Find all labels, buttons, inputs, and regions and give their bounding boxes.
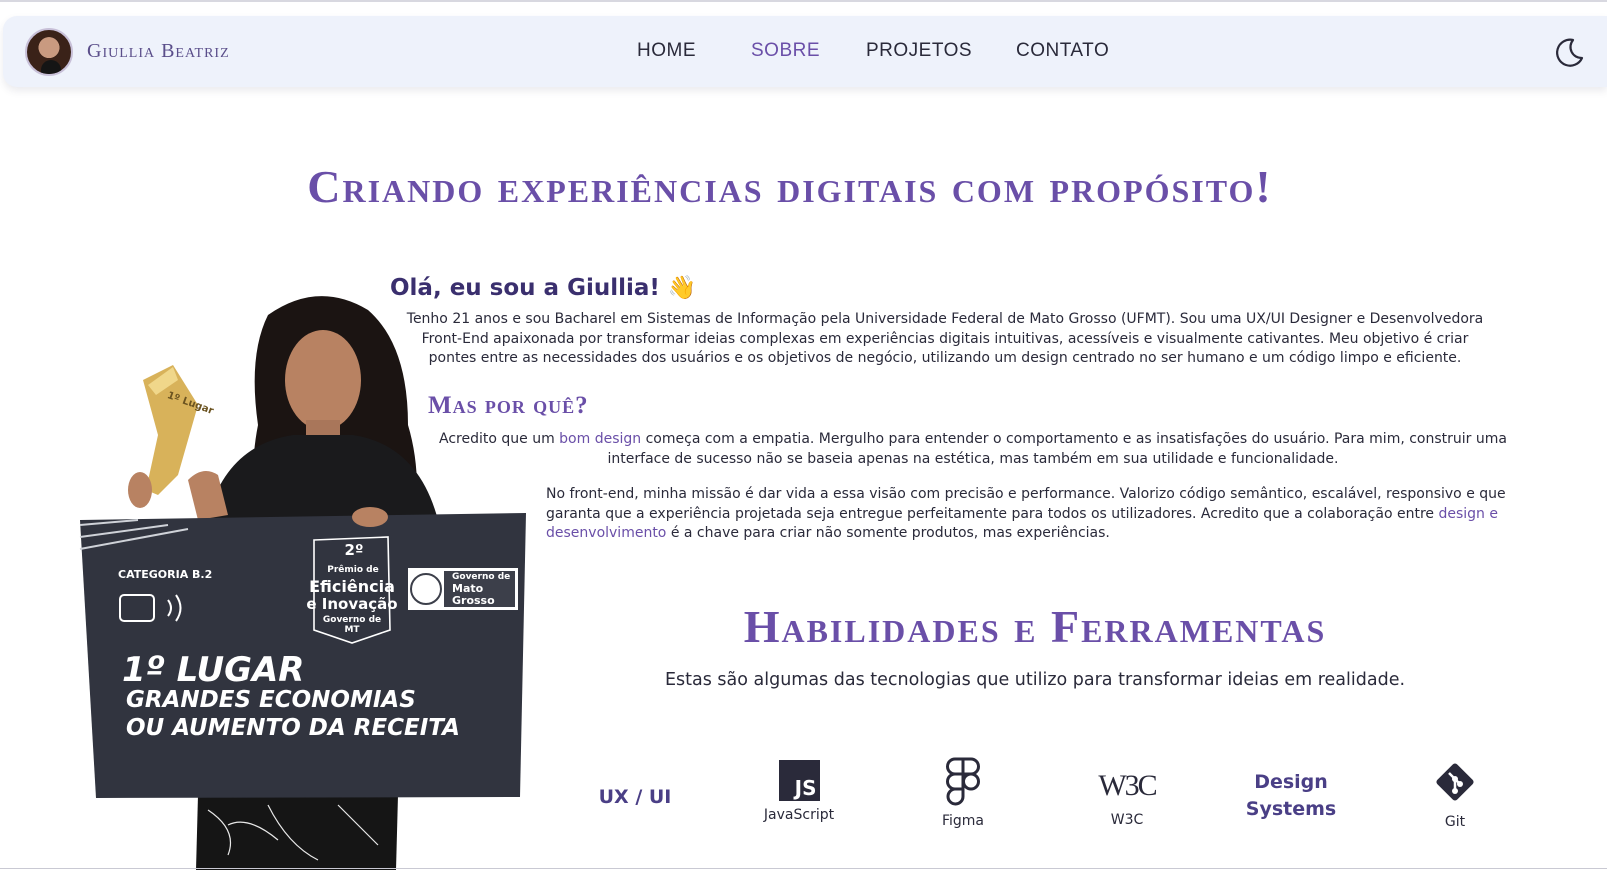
skill-figma-label: Figma [941, 813, 985, 829]
nav-link-home[interactable]: HOME [637, 40, 751, 62]
p2-highlight: bom design [559, 431, 642, 447]
p3-text-after: é a chave para criar não somente produto… [666, 525, 1110, 541]
gov-line-3: Grosso [452, 594, 495, 607]
skill-javascript: JS JavaScript [749, 760, 849, 823]
skill-w3c: W3C W3C [1077, 766, 1177, 828]
theme-toggle-button[interactable] [1553, 36, 1585, 68]
p2-text-before: Acredito que um [439, 431, 560, 447]
badge-line-3: e Inovação [306, 595, 398, 613]
bottom-border [0, 868, 1607, 869]
skill-w3c-label: W3C [1110, 812, 1144, 828]
sign-line-1: 1º LUGAR [122, 650, 305, 690]
git-icon [1436, 763, 1474, 801]
w3c-icon: W3C [1098, 769, 1157, 802]
profile-photo: 1º Lugar CATEGORIA B.2 2º Prêmio de Efic… [78, 285, 538, 870]
javascript-icon: JS [778, 760, 820, 801]
moon-icon [1556, 38, 1584, 67]
hero-title: Criando experiências digitais com propós… [307, 161, 1273, 212]
navbar: Giullia Beatriz HOME SOBRE PROJETOS CONT… [3, 16, 1607, 87]
sign-line-3: OU AUMENTO DA RECEITA [126, 715, 460, 741]
figma-icon [946, 757, 980, 806]
brand-name[interactable]: Giullia Beatriz [87, 40, 230, 63]
about-paragraph-1: Tenho 21 anos e sou Bacharel em Sistemas… [406, 311, 1484, 366]
skill-javascript-label: JavaScript [763, 807, 835, 823]
main-nav: HOME SOBRE PROJETOS CONTATO [637, 40, 1109, 62]
skill-design-systems-line-1: Design [1254, 771, 1328, 793]
nav-link-contato[interactable]: CONTATO [1016, 40, 1109, 62]
skill-ux-ui: UX / UI [585, 784, 685, 811]
skills-subtitle: Estas são algumas das tecnologias que ut… [664, 670, 1406, 690]
skill-design-systems-line-2: Systems [1245, 798, 1337, 820]
skill-git-label: Git [1444, 814, 1466, 830]
top-border [0, 0, 1607, 2]
badge-line-1: Prêmio de [327, 565, 379, 575]
sign-line-2: GRANDES ECONOMIAS [126, 687, 416, 713]
nav-link-projetos[interactable]: PROJETOS [866, 40, 1016, 62]
about-paragraph-2: Acredito que um bom design começa com a … [428, 430, 1518, 469]
skill-design-systems: Design Systems [1231, 769, 1351, 823]
skill-git: Git [1405, 760, 1505, 830]
sign-category: CATEGORIA B.2 [118, 568, 213, 581]
avatar[interactable] [25, 28, 73, 76]
badge-rank: 2º [344, 541, 364, 559]
p3-text-before: No front-end, minha missão é dar vida a … [546, 486, 1506, 522]
skills-title: Habilidades e Ferramentas [743, 601, 1327, 652]
why-heading: Mas por quê? [428, 392, 589, 419]
skill-ux-ui-label: UX / UI [598, 786, 672, 808]
greeting-heading: Olá, eu sou a Giullia! 👋 [390, 275, 697, 301]
badge-line-4: Governo de MT [322, 615, 382, 635]
skill-figma: Figma [913, 757, 1013, 829]
badge-line-2: Eficiência [309, 577, 395, 596]
nav-link-sobre[interactable]: SOBRE [751, 40, 866, 62]
p2-text-after: começa com a empatia. Mergulho para ente… [607, 431, 1507, 467]
javascript-icon-glyph: JS [794, 776, 817, 800]
about-paragraph-3: No front-end, minha missão é dar vida a … [546, 485, 1521, 544]
gov-logo-text: Governo de Mato Grosso [452, 571, 514, 607]
